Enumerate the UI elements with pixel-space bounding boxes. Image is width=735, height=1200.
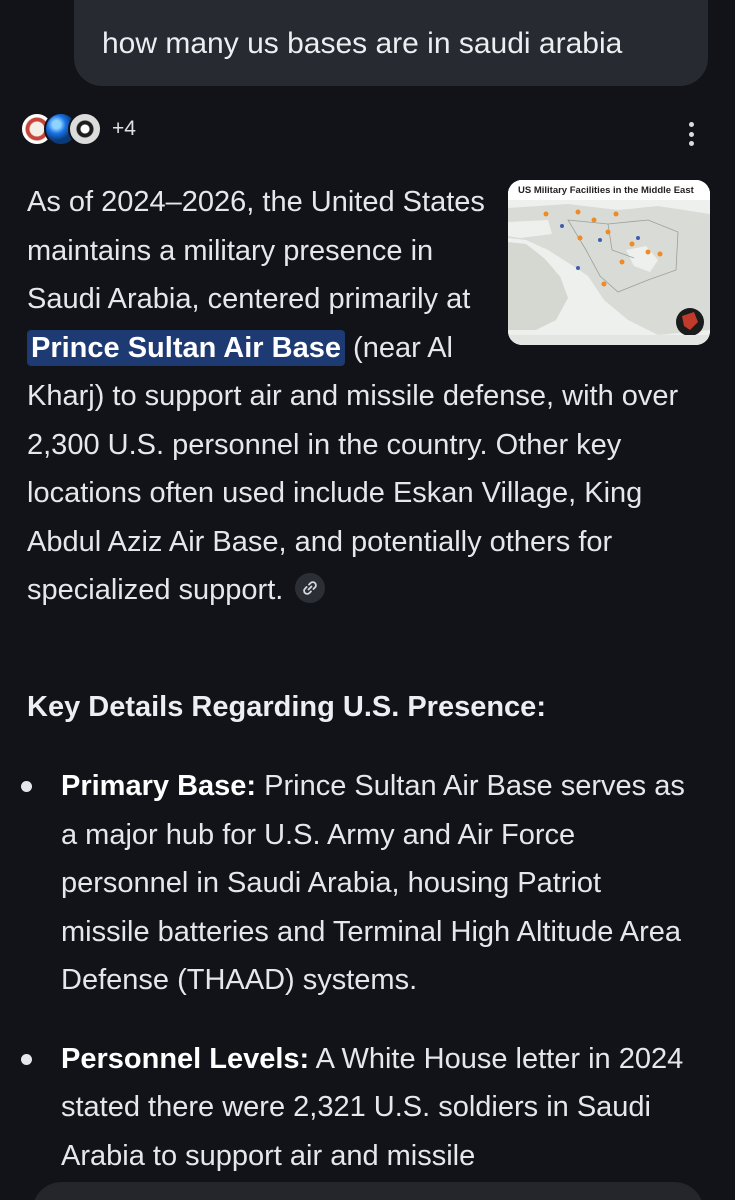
bullet-dot — [21, 1053, 32, 1065]
highlighted-base-name[interactable]: Prince Sultan Air Base — [27, 329, 345, 366]
sources-row[interactable]: +4 — [20, 112, 136, 146]
soccer-ball-icon — [68, 112, 102, 146]
ai-answer-page: how many us bases are in saudi arabia +4… — [0, 0, 735, 1200]
bullet-dot — [21, 781, 32, 792]
section-heading: Key Details Regarding U.S. Presence: — [27, 691, 546, 723]
bullet-label: Primary Base: — [61, 770, 257, 802]
map-thumbnail[interactable]: US Military Facilities in the Middle Eas… — [508, 180, 710, 345]
map-thumbnail-title: US Military Facilities in the Middle Eas… — [518, 185, 695, 196]
answer-text-part2: (near Al Kharj) to support air and missi… — [27, 331, 679, 607]
list-item: Primary Base: Prince Sultan Air Base ser… — [0, 762, 690, 1005]
answer-paragraph: US Military Facilities in the Middle Eas… — [27, 178, 710, 615]
details-list: Primary Base: Prince Sultan Air Base ser… — [0, 762, 735, 1200]
bullet-text: Prince Sultan Air Base serves as a major… — [61, 770, 685, 996]
user-query-bubble: how many us bases are in saudi arabia — [74, 0, 708, 86]
bullet-label: Personnel Levels: — [61, 1042, 310, 1075]
sources-more-count: +4 — [112, 117, 136, 140]
bottom-input-bar[interactable] — [32, 1182, 704, 1200]
answer-text-part1: As of 2024–2026, the United States maint… — [27, 186, 485, 315]
user-query-text: how many us bases are in saudi arabia — [102, 27, 623, 60]
list-item: Personnel Levels: A White House letter i… — [0, 1035, 690, 1181]
middle-east-map-image: US Military Facilities in the Middle Eas… — [508, 180, 710, 345]
link-icon[interactable] — [295, 573, 326, 604]
more-vertical-icon[interactable] — [684, 118, 698, 150]
